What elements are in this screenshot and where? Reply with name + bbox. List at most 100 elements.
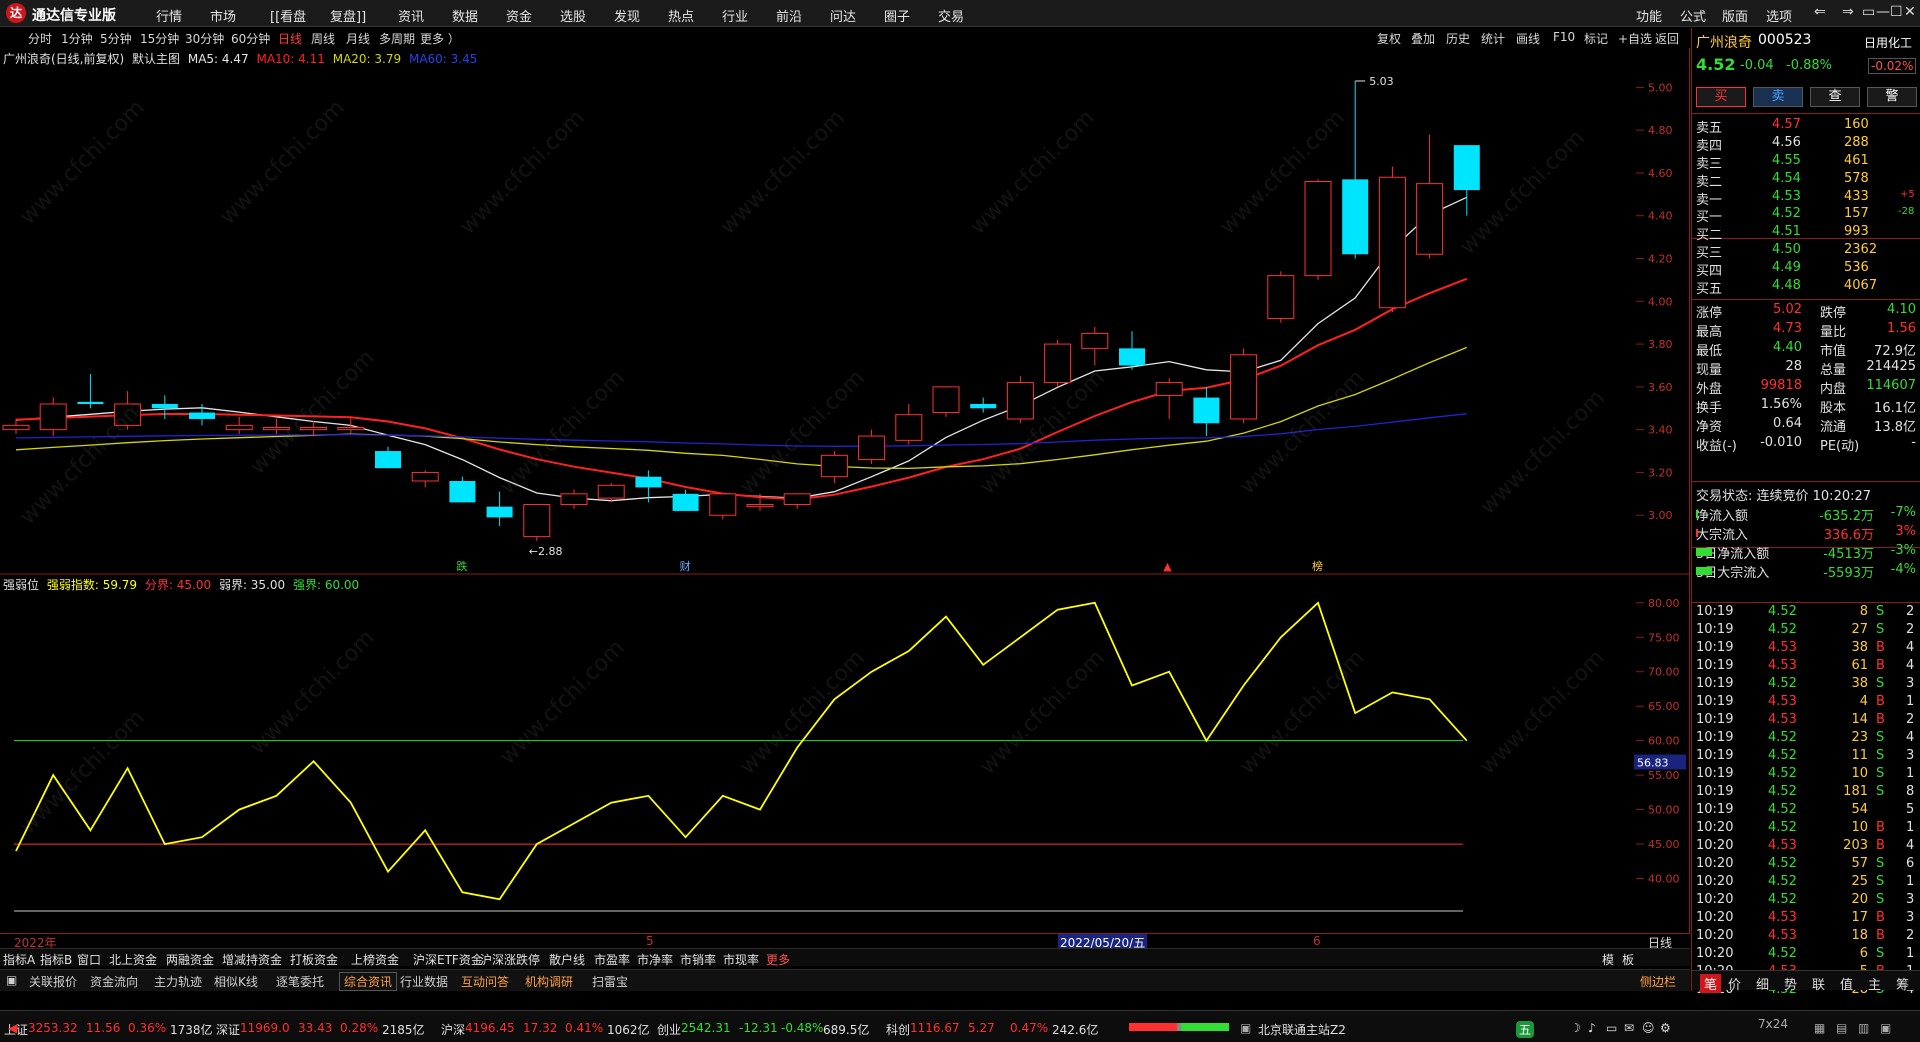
period-tab[interactable]: 15分钟 xyxy=(140,30,179,47)
user-icon[interactable]: ☺ xyxy=(1642,1021,1655,1035)
menu-item[interactable]: 发现 xyxy=(614,6,640,25)
menu-item[interactable]: 交易 xyxy=(938,6,964,25)
bid-row[interactable]: 买三 4.50 2362 xyxy=(1696,242,1918,261)
industry-label[interactable]: 日用化工 xyxy=(1864,34,1912,51)
period-tab[interactable]: 月线 xyxy=(346,30,370,47)
board-button[interactable]: 板 xyxy=(1622,951,1634,968)
quote-tab[interactable]: 价 xyxy=(1728,974,1741,993)
info-tab[interactable]: 资金流向 xyxy=(90,973,138,990)
menu-item[interactable]: 行业 xyxy=(722,6,748,25)
buy-button[interactable]: 买 xyxy=(1696,87,1746,107)
bid-row[interactable]: 买一 4.52 157 -28 xyxy=(1696,206,1918,225)
window-icon[interactable]: ▭ xyxy=(1606,1021,1617,1035)
index-name[interactable]: 科创 xyxy=(886,1021,910,1038)
gift-icon[interactable]: ✉ xyxy=(1624,1021,1634,1035)
indicator-tab[interactable]: 打板资金 xyxy=(290,951,338,968)
kline-chart[interactable]: 5.00 4.80 4.60 4.40 4.20 4.00 3.80 3.60 3.40 3.20… xyxy=(0,48,1690,575)
info-tab[interactable]: 互动问答 xyxy=(461,973,509,990)
chart-tool-button[interactable]: +自选 xyxy=(1618,30,1652,47)
layout-icon[interactable]: ▥ xyxy=(1858,1021,1869,1035)
chart-tool-button[interactable]: F10 xyxy=(1553,30,1575,44)
period-tab[interactable]: 60分钟 xyxy=(231,30,270,47)
bid-row[interactable]: 买四 4.49 536 xyxy=(1696,260,1918,279)
ask-row[interactable]: 卖二 4.54 578 xyxy=(1696,171,1918,190)
indicator-tab[interactable]: 沪深ETF资金 xyxy=(413,951,483,968)
sub-legend-name[interactable]: 强弱位 xyxy=(3,578,39,592)
menu-item[interactable]: 行情 xyxy=(156,6,182,25)
s-app-icon[interactable]: 五 xyxy=(1516,1021,1535,1038)
menu-item[interactable]: [[看盘 xyxy=(270,6,306,25)
layout-icon[interactable]: ▣ xyxy=(1880,1021,1891,1035)
minimize-icon[interactable]: — xyxy=(1876,4,1890,20)
top-menu-item[interactable]: 公式 xyxy=(1680,6,1706,25)
bid-row[interactable]: 买二 4.51 993 xyxy=(1696,224,1918,243)
period-tab[interactable]: 周线 xyxy=(311,30,335,47)
quote-tab[interactable]: 联 xyxy=(1812,974,1825,993)
chart-tool-button[interactable]: 返回 xyxy=(1655,30,1679,47)
quote-tab[interactable]: 细 xyxy=(1756,974,1769,993)
legend-template[interactable]: 默认主图 xyxy=(132,52,180,66)
info-tab[interactable]: 逐笔委托 xyxy=(276,973,324,990)
period-tab[interactable]: 更多 ） xyxy=(420,30,460,47)
indicator-tab[interactable]: 两融资金 xyxy=(166,951,214,968)
info-tab[interactable]: 主力轨迹 xyxy=(154,973,202,990)
menu-item[interactable]: 资金 xyxy=(506,6,532,25)
menu-item[interactable]: 数据 xyxy=(452,6,478,25)
info-tab[interactable]: 行业数据 xyxy=(400,973,448,990)
chart-tool-button[interactable]: 画线 xyxy=(1516,30,1540,47)
quote-tab[interactable]: 主 xyxy=(1868,974,1881,993)
menu-item[interactable]: 资讯 xyxy=(398,6,424,25)
maximize-icon[interactable]: ☐ xyxy=(1890,4,1903,20)
sidebar-button[interactable]: 侧边栏 xyxy=(1640,973,1676,990)
sound-icon[interactable]: ♪ xyxy=(1588,1021,1596,1035)
quote-tab[interactable]: 势 xyxy=(1784,974,1797,993)
info-tab[interactable]: 综合资讯 xyxy=(339,972,398,991)
index-name[interactable]: 沪深 xyxy=(441,1021,465,1038)
menu-item[interactable]: 选股 xyxy=(560,6,586,25)
query-button[interactable]: 查 xyxy=(1810,87,1860,107)
close-icon[interactable]: ✕ xyxy=(1904,4,1916,20)
menu-item[interactable]: 圈子 xyxy=(884,6,910,25)
layout-icon[interactable]: ▦ xyxy=(1814,1021,1825,1035)
period-tab[interactable]: 多周期 xyxy=(379,30,415,47)
info-tab[interactable]: 关联报价 xyxy=(29,973,77,990)
indicator-tab[interactable]: 上榜资金 xyxy=(351,951,399,968)
top-menu-item[interactable]: 功能 xyxy=(1636,6,1662,25)
bid-row[interactable]: 买五 4.48 4067 xyxy=(1696,278,1918,297)
menu-item[interactable]: 复盘]] xyxy=(330,6,366,25)
strength-chart[interactable]: 80.00 75.00 70.00 65.00 60.00 55.00 50.00 45.00… xyxy=(0,575,1690,933)
indicator-tab[interactable]: 更多 xyxy=(766,951,790,968)
period-tab[interactable]: 30分钟 xyxy=(185,30,224,47)
server-name[interactable]: 北京联通主站Z2 xyxy=(1258,1021,1346,1038)
layout-icon[interactable]: ▤ xyxy=(1836,1021,1847,1035)
indicator-tab[interactable]: 市现率 xyxy=(723,951,759,968)
period-tab[interactable]: 5分钟 xyxy=(100,30,132,47)
menu-item[interactable]: 市场 xyxy=(210,6,236,25)
top-menu-item[interactable]: 选项 xyxy=(1766,6,1792,25)
forward-icon[interactable]: ⇒ xyxy=(1842,4,1854,20)
chart-tool-button[interactable]: 叠加 xyxy=(1411,30,1435,47)
top-menu-item[interactable]: 版面 xyxy=(1722,6,1748,25)
index-name[interactable]: 深证 xyxy=(216,1021,240,1038)
indicator-tab[interactable]: 市净率 xyxy=(637,951,673,968)
indicator-tab[interactable]: 市盈率 xyxy=(594,951,630,968)
indicator-tab[interactable]: 指标B xyxy=(40,951,72,968)
chart-tool-button[interactable]: 复权 xyxy=(1377,30,1401,47)
restore-icon[interactable]: ▭ xyxy=(1862,4,1875,20)
quote-tab[interactable]: 筹 xyxy=(1896,974,1909,993)
ask-row[interactable]: 卖一 4.53 433 +5 xyxy=(1696,189,1918,208)
sell-button[interactable]: 卖 xyxy=(1753,87,1803,107)
quote-tab[interactable]: 笔 xyxy=(1700,974,1722,993)
info-tab[interactable]: 扫雷宝 xyxy=(592,973,628,990)
indicator-tab[interactable]: 指标A xyxy=(3,951,35,968)
indicator-tab[interactable]: 增减持资金 xyxy=(222,951,282,968)
info-tab[interactable]: 机构调研 xyxy=(525,973,573,990)
indicator-tab[interactable]: 北上资金 xyxy=(109,951,157,968)
alert-button[interactable]: 警 xyxy=(1867,87,1917,107)
indicator-tab[interactable]: 沪深涨跌停 xyxy=(480,951,540,968)
period-tab[interactable]: 1分钟 xyxy=(61,30,93,47)
template-button[interactable]: 模 xyxy=(1602,951,1614,968)
menu-item[interactable]: 热点 xyxy=(668,6,694,25)
index-name[interactable]: 创业 xyxy=(657,1021,681,1038)
indicator-tab[interactable]: 窗口 xyxy=(77,951,101,968)
